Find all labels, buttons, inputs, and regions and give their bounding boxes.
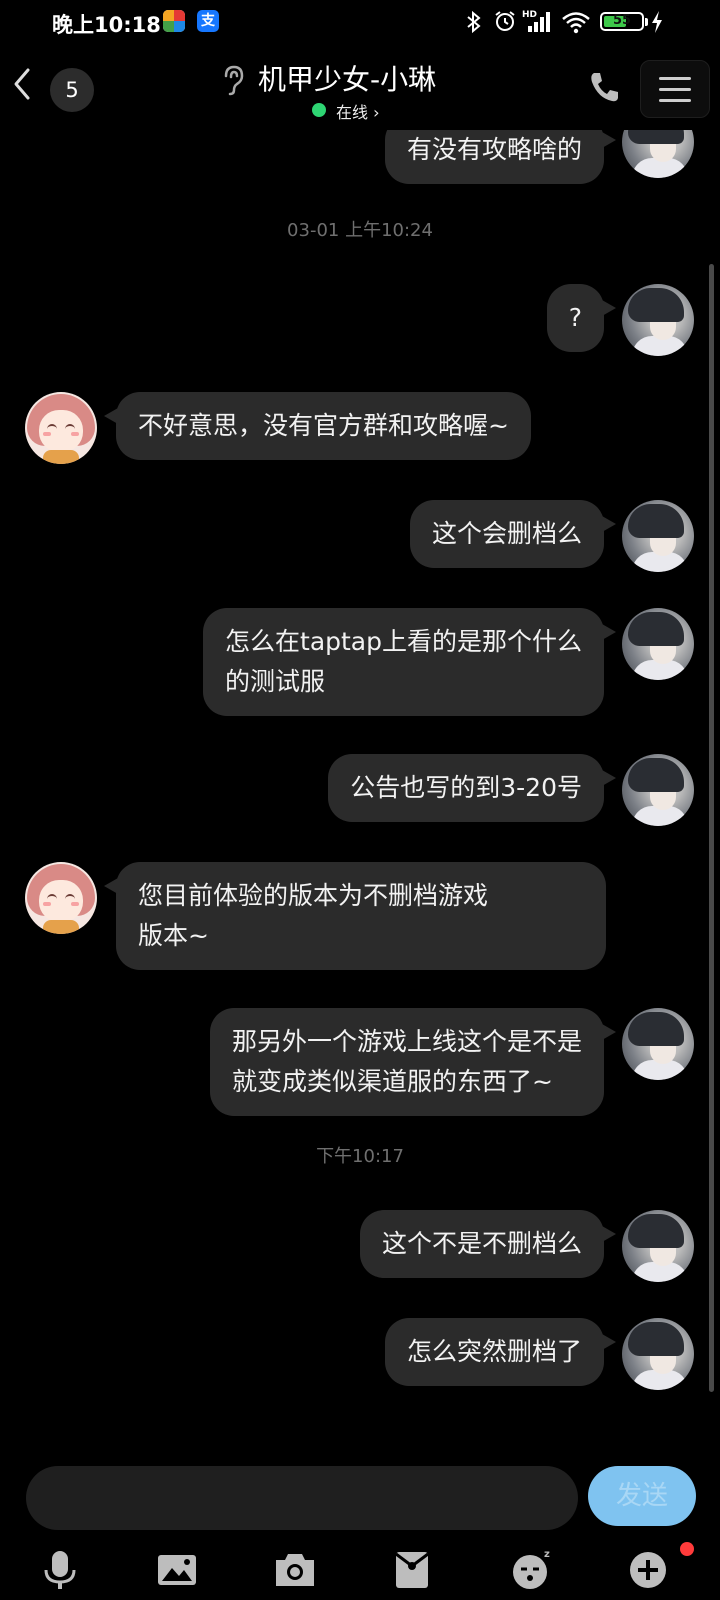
message-list[interactable]: 有没有攻略啥的 03-01 上午10:24 ? 不好意思，没有官方群和攻略喔~ … [0, 130, 720, 1430]
signal-icon: HD [522, 10, 550, 32]
message-bubble-contact[interactable]: 不好意思，没有官方群和攻略喔~ [104, 392, 531, 460]
status-bar: 晚上10:18 支 HD 55 [0, 0, 720, 46]
avatar-self[interactable] [622, 1318, 694, 1390]
message-bubble-mine[interactable]: 公告也写的到3-20号 [328, 754, 616, 822]
avatar-self[interactable] [622, 500, 694, 572]
camera-icon[interactable] [273, 1548, 317, 1592]
chat-title[interactable]: 机甲少女-小琳 [258, 58, 436, 98]
battery-icon: 55 [600, 12, 644, 31]
message-bubble-contact[interactable]: 您目前体验的版本为不删档游戏 版本~ [104, 862, 606, 970]
message-bubble-mine[interactable]: 有没有攻略啥的 [384, 130, 617, 184]
phone-icon[interactable] [588, 70, 620, 104]
input-toolbar: z [0, 1540, 720, 1600]
message-bubble-mine[interactable]: 那另外一个游戏上线这个是不是 就变成类似渠道服的东西了~ [209, 1008, 617, 1116]
chat-header: 5 机甲少女-小琳 在线 › [0, 46, 720, 130]
message-text: 不好意思，没有官方群和攻略喔~ [138, 411, 509, 440]
microphone-icon[interactable] [38, 1548, 82, 1592]
message-text: 怎么突然删档了 [406, 1337, 582, 1366]
message-text: 版本~ [138, 921, 209, 950]
message-text: 有没有攻略啥的 [406, 135, 582, 164]
avatar-self[interactable] [622, 608, 694, 680]
bluetooth-icon [467, 10, 481, 34]
online-indicator [312, 103, 326, 117]
plus-icon[interactable] [626, 1548, 670, 1592]
message-bubble-mine[interactable]: 这个会删档么 [409, 500, 617, 568]
avatar-self[interactable] [622, 284, 694, 356]
avatar-contact[interactable] [25, 862, 97, 934]
charging-icon [652, 11, 662, 33]
message-text: 公告也写的到3-20号 [350, 773, 582, 802]
avatar-self[interactable] [622, 1210, 694, 1282]
svg-text:HD: HD [522, 10, 537, 20]
message-bubble-mine[interactable]: 怎么在taptap上看的是那个什么 的测试服 [203, 608, 616, 716]
message-text: ? [568, 303, 582, 332]
ear-icon[interactable] [220, 64, 246, 96]
image-icon[interactable] [155, 1548, 199, 1592]
timestamp: 下午10:17 [316, 1146, 404, 1167]
alarm-icon [495, 11, 515, 31]
message-text: 就变成类似渠道服的东西了~ [231, 1067, 553, 1096]
avatar-contact[interactable] [25, 392, 97, 464]
avatar-self[interactable] [622, 1008, 694, 1080]
status-chevron: › [373, 103, 380, 122]
menu-icon[interactable] [640, 60, 710, 118]
message-text: 这个不是不删档么 [381, 1229, 582, 1258]
avatar-self[interactable] [622, 754, 694, 826]
message-text: 的测试服 [225, 667, 326, 696]
unread-count-badge[interactable]: 5 [50, 68, 94, 112]
emoji-icon[interactable]: z [508, 1548, 552, 1592]
red-packet-icon[interactable] [390, 1548, 434, 1592]
status-time: 晚上10:18 [52, 13, 161, 37]
svg-text:z: z [544, 1549, 550, 1560]
message-text: 怎么在taptap上看的是那个什么 [225, 627, 582, 656]
message-bubble-mine[interactable]: ? [546, 284, 617, 352]
message-bubble-mine[interactable]: 怎么突然删档了 [384, 1318, 617, 1386]
avatar-self[interactable] [622, 130, 694, 178]
message-input[interactable] [26, 1466, 578, 1530]
timestamp: 03-01 上午10:24 [287, 220, 433, 241]
battery-level: 55 [612, 13, 632, 28]
alipay-notification-icon: 支 [197, 10, 219, 32]
message-text: 那另外一个游戏上线这个是不是 [231, 1027, 582, 1056]
notification-dot [680, 1542, 694, 1556]
send-button[interactable]: 发送 [588, 1466, 696, 1526]
message-text: 这个会删档么 [431, 519, 582, 548]
message-bubble-mine[interactable]: 这个不是不删档么 [359, 1210, 617, 1278]
scrollbar[interactable] [709, 264, 714, 1392]
message-text: 您目前体验的版本为不删档游戏 [138, 881, 489, 910]
wifi-icon [562, 12, 590, 34]
online-label: 在线 [336, 103, 369, 122]
back-chevron-icon[interactable] [8, 64, 38, 104]
app-notification-icon [163, 10, 185, 32]
